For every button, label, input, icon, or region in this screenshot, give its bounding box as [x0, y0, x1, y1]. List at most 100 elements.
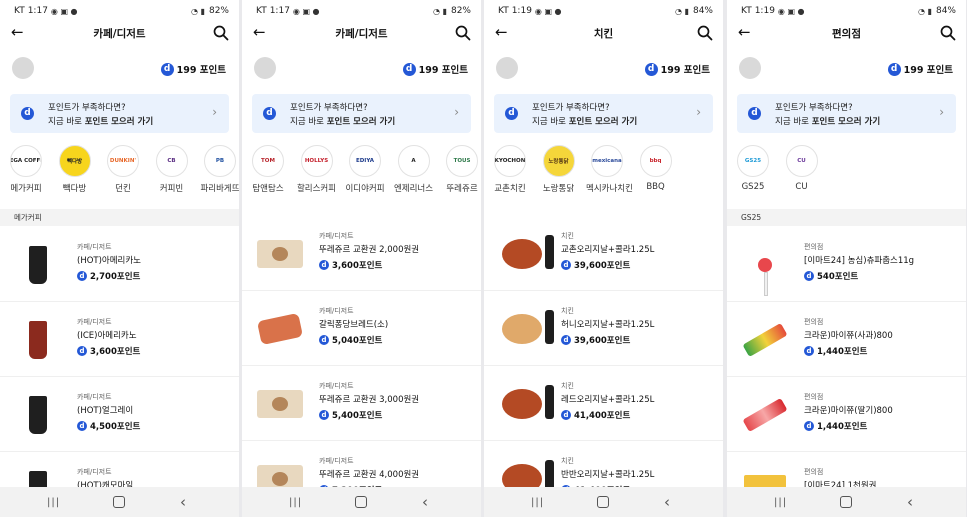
- brand-item[interactable]: 노랑통닭 노랑통닭: [538, 145, 580, 194]
- carrier: KT: [14, 6, 25, 16]
- recent-apps-icon[interactable]: |||: [47, 497, 60, 508]
- product-thumbnail: [29, 246, 47, 284]
- nav-back-icon[interactable]: ‹: [180, 493, 186, 511]
- search-icon[interactable]: [454, 24, 472, 42]
- brand-item[interactable]: PB 파리바게뜨: [199, 145, 239, 194]
- chevron-right-icon: ›: [454, 105, 459, 119]
- home-icon[interactable]: [597, 496, 609, 508]
- point-logo-icon: d: [748, 107, 761, 120]
- brand-item[interactable]: TOUS 뚜레쥬르: [441, 145, 481, 194]
- recent-apps-icon[interactable]: |||: [774, 497, 787, 508]
- search-icon[interactable]: [696, 24, 714, 42]
- brand-name: 노랑통닭: [542, 184, 575, 194]
- recent-apps-icon[interactable]: |||: [531, 497, 544, 508]
- item-info: 치킨 허니오리지날+콜라1.25L d 39,600포인트: [561, 306, 654, 346]
- list-item[interactable]: 편의점 크라운)마이쮸(사과)800 d 1,440포인트: [727, 302, 966, 377]
- list-item[interactable]: 치킨 교촌오리지날+콜라1.25L d 39,600포인트: [484, 216, 723, 291]
- battery-level: 82%: [208, 6, 229, 16]
- list-item[interactable]: 카페/디저트 뚜레쥬르 교환권 2,000원권 d 3,600포인트: [242, 216, 481, 291]
- home-icon[interactable]: [355, 496, 367, 508]
- item-price-value: 2,700포인트: [90, 272, 141, 282]
- screens-container: KT 1:17 ◉ ▣ ● ◔ ▮ 82% ← 카페/디저트 d 199 포인트 d 포인트가 부족…: [0, 0, 967, 517]
- item-category: 카페/디저트: [77, 393, 112, 401]
- avatar[interactable]: [496, 57, 518, 79]
- list-item[interactable]: 카페/디저트 갈릭퐁당브레드(소) d 5,040포인트: [242, 291, 481, 366]
- brand-item[interactable]: GS25 GS25: [732, 145, 774, 192]
- brand-item[interactable]: EDIYA 이디야커피: [344, 145, 386, 194]
- home-icon[interactable]: [840, 496, 852, 508]
- list-item[interactable]: 카페/디저트 (ICE)아메리카노 d 3,600포인트: [0, 302, 239, 377]
- brand-name: CU: [795, 182, 808, 192]
- home-icon[interactable]: [113, 496, 125, 508]
- brand-name: GS25: [741, 182, 765, 192]
- earn-points-banner[interactable]: d 포인트가 부족하다면? 지금 바로 포인트 모으러 가기 ›: [494, 94, 713, 133]
- item-info: 카페/디저트 갈릭퐁당브레드(소) d 5,040포인트: [319, 306, 388, 346]
- item-category: 편의점: [804, 318, 824, 326]
- brand-item[interactable]: DUNKIN' 던킨: [102, 145, 144, 194]
- list-item[interactable]: 치킨 레드오리지날+콜라1.25L d 41,400포인트: [484, 366, 723, 441]
- brand-logo-icon: bbq: [639, 145, 672, 177]
- phone-screen: KT 1:17 ◉ ▣ ● ◔ ▮ 82% ← 카페/디저트 d 199 포인트 d 포인트가 부족…: [242, 0, 481, 517]
- brand-logo-icon: TOUS: [446, 145, 478, 177]
- brand-item[interactable]: TOM 탐앤탐스: [247, 145, 289, 194]
- item-info: 치킨 교촌오리지날+콜라1.25L d 39,600포인트: [561, 231, 654, 271]
- brand-item[interactable]: CU CU: [781, 145, 823, 192]
- item-price: d 5,040포인트: [319, 334, 388, 346]
- item-name: 뚜레쥬르 교환권 3,000원권: [319, 395, 420, 405]
- signal-icon: ◔ ▮: [191, 6, 205, 16]
- brand-item[interactable]: bbq BBQ: [635, 145, 677, 192]
- brand-item[interactable]: MEGA COFFEE 메가커피: [5, 145, 47, 194]
- status-right: ◔ ▮ 84%: [675, 6, 713, 16]
- banner-headline: 포인트가 부족하다면?: [48, 103, 126, 113]
- nav-back-icon[interactable]: ‹: [664, 493, 670, 511]
- recent-apps-icon[interactable]: |||: [289, 497, 302, 508]
- item-category: 치킨: [561, 382, 574, 390]
- profile-row: d 199 포인트: [484, 55, 723, 81]
- brand-item[interactable]: CB 커피빈: [151, 145, 193, 194]
- item-name: 크라운)마이쮸(사과)800: [804, 331, 893, 341]
- brand-strip: GS25 GS25 CU CU: [727, 145, 966, 199]
- earn-points-banner[interactable]: d 포인트가 부족하다면? 지금 바로 포인트 모으러 가기 ›: [252, 94, 471, 133]
- brand-item[interactable]: 빽다방 빽다방: [54, 145, 96, 194]
- brand-name: 빽다방: [62, 184, 87, 194]
- signal-icon: ◔ ▮: [918, 6, 932, 16]
- nav-back-icon[interactable]: ‹: [907, 493, 913, 511]
- point-balance-value: 199 포인트: [176, 65, 226, 76]
- item-name: 반반오리지날+콜라1.25L: [561, 470, 655, 480]
- list-item[interactable]: 카페/디저트 뚜레쥬르 교환권 3,000원권 d 5,400포인트: [242, 366, 481, 441]
- point-logo-icon: d: [644, 62, 658, 76]
- search-icon[interactable]: [212, 24, 230, 42]
- item-price-value: 1,440포인트: [817, 422, 868, 432]
- avatar[interactable]: [12, 57, 34, 79]
- product-thumbnail: [742, 397, 788, 433]
- product-thumbnail: [29, 321, 47, 359]
- brand-item[interactable]: HOLLYS 할리스커피: [296, 145, 338, 194]
- point-balance: d 199 포인트: [644, 62, 710, 76]
- brand-item[interactable]: mexicana 멕시카나치킨: [586, 145, 633, 194]
- list-item[interactable]: 치킨 허니오리지날+콜라1.25L d 39,600포인트: [484, 291, 723, 366]
- brand-name: 뚜레쥬르: [446, 184, 478, 194]
- product-image: [496, 303, 554, 355]
- brand-item[interactable]: A 엔제리너스: [393, 145, 435, 194]
- chevron-right-icon: ›: [696, 105, 701, 119]
- list-item[interactable]: 카페/디저트 (HOT)얼그레이 d 4,500포인트: [0, 377, 239, 452]
- search-icon[interactable]: [939, 24, 957, 42]
- point-logo-icon: d: [561, 335, 571, 345]
- avatar[interactable]: [254, 57, 276, 79]
- carrier: KT: [741, 6, 752, 16]
- item-category: 카페/디저트: [319, 232, 354, 240]
- brand-item[interactable]: KYOCHON 교촌치킨: [489, 145, 531, 194]
- list-item[interactable]: 카페/디저트 (HOT)아메리카노 d 2,700포인트: [0, 227, 239, 302]
- list-item[interactable]: 편의점 [이마트24] 농심)츄파춥스11g d 540포인트: [727, 227, 966, 302]
- item-category: 편의점: [804, 243, 824, 251]
- banner-headline: 포인트가 부족하다면?: [532, 103, 610, 113]
- chevron-right-icon: ›: [212, 105, 217, 119]
- item-price: d 39,600포인트: [561, 334, 654, 346]
- point-logo-icon: d: [319, 335, 329, 345]
- nav-back-icon[interactable]: ‹: [422, 493, 428, 511]
- earn-points-banner[interactable]: d 포인트가 부족하다면? 지금 바로 포인트 모으러 가기 ›: [737, 94, 956, 133]
- item-category: 치킨: [561, 307, 574, 315]
- avatar[interactable]: [739, 57, 761, 79]
- list-item[interactable]: 편의점 크라운)마이쮸(딸기)800 d 1,440포인트: [727, 377, 966, 452]
- earn-points-banner[interactable]: d 포인트가 부족하다면? 지금 바로 포인트 모으러 가기 ›: [10, 94, 229, 133]
